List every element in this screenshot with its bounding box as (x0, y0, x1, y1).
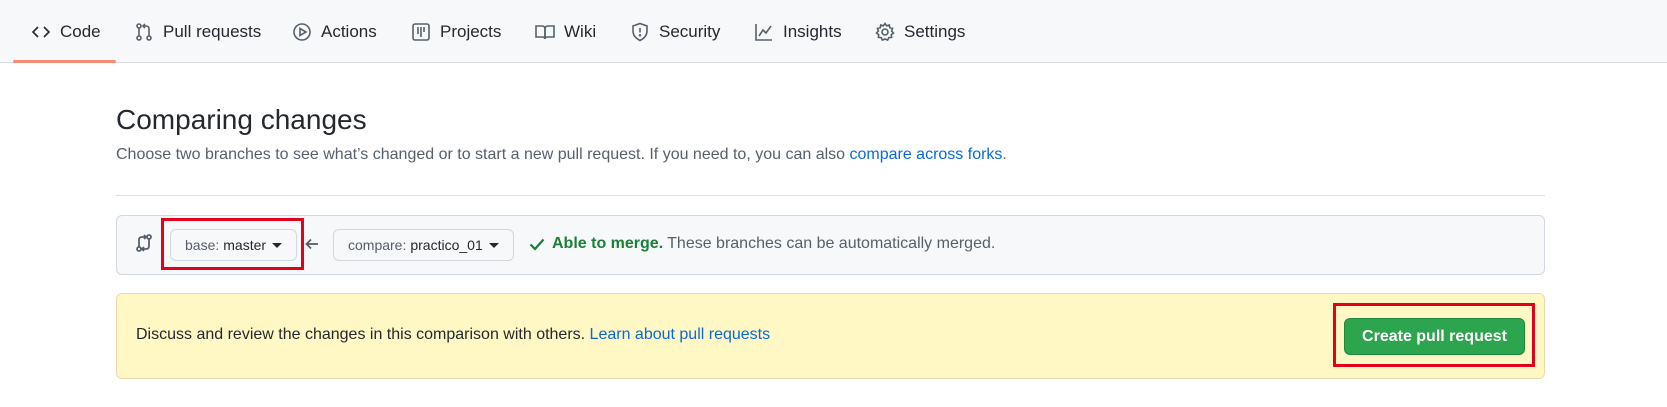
tab-security[interactable]: Security (630, 0, 720, 63)
chevron-down-icon (488, 242, 499, 248)
merge-status: Able to merge. These branches can be aut… (528, 235, 995, 253)
compare-branch-name: practico_01 (410, 237, 483, 253)
page-subtitle: Choose two branches to see what’s change… (116, 146, 1007, 164)
repo-tab-nav: Code Pull requests Actions Projects Wiki… (0, 0, 1667, 63)
tab-pull-requests[interactable]: Pull requests (134, 0, 261, 63)
play-icon (292, 22, 312, 42)
tab-insights[interactable]: Insights (754, 0, 842, 63)
base-prefix: base: (185, 237, 220, 253)
tab-wiki[interactable]: Wiki (535, 0, 596, 63)
arrow-left-icon (304, 236, 320, 252)
base-branch-name: master (223, 237, 267, 253)
tab-settings[interactable]: Settings (875, 0, 965, 63)
compare-branch-select[interactable]: compare: practico_01 (333, 229, 514, 261)
merge-ok-text: Able to merge. (552, 235, 664, 252)
tab-projects[interactable]: Projects (411, 0, 501, 63)
subtitle-text: Choose two branches to see what’s change… (116, 146, 850, 163)
graph-icon (754, 22, 774, 42)
chevron-down-icon (272, 242, 283, 248)
check-icon (528, 235, 546, 253)
gear-icon (875, 21, 895, 42)
compare-prefix: compare: (348, 237, 407, 253)
tab-insights-label: Insights (783, 21, 842, 41)
git-pull-request-icon (134, 22, 154, 42)
tab-pull-requests-label: Pull requests (163, 21, 262, 41)
tab-actions[interactable]: Actions (292, 0, 377, 63)
tab-wiki-label: Wiki (564, 21, 597, 41)
book-icon (535, 22, 555, 42)
table-icon (411, 22, 431, 42)
tab-actions-label: Actions (321, 21, 377, 41)
compare-across-forks-link[interactable]: compare across forks (849, 146, 1002, 163)
tab-projects-label: Projects (440, 21, 502, 41)
code-icon (31, 22, 51, 42)
page-title: Comparing changes (116, 104, 367, 135)
learn-about-pull-requests-link[interactable]: Learn about pull requests (590, 326, 771, 343)
git-compare-icon (134, 233, 154, 253)
tab-code[interactable]: Code (31, 0, 101, 63)
tab-security-label: Security (659, 21, 721, 41)
flash-text: Discuss and review the changes in this c… (136, 326, 590, 343)
subtitle-end: . (1002, 146, 1007, 163)
tab-settings-label: Settings (904, 21, 966, 41)
shield-icon (630, 22, 650, 42)
divider (116, 195, 1545, 196)
base-branch-select[interactable]: base: master (170, 229, 298, 261)
flash-message: Discuss and review the changes in this c… (136, 326, 770, 344)
tab-code-label: Code (60, 21, 101, 41)
create-pull-request-button[interactable]: Create pull request (1344, 318, 1525, 355)
merge-detail-text: These branches can be automatically merg… (667, 235, 996, 252)
selected-tab-underline (13, 60, 116, 63)
